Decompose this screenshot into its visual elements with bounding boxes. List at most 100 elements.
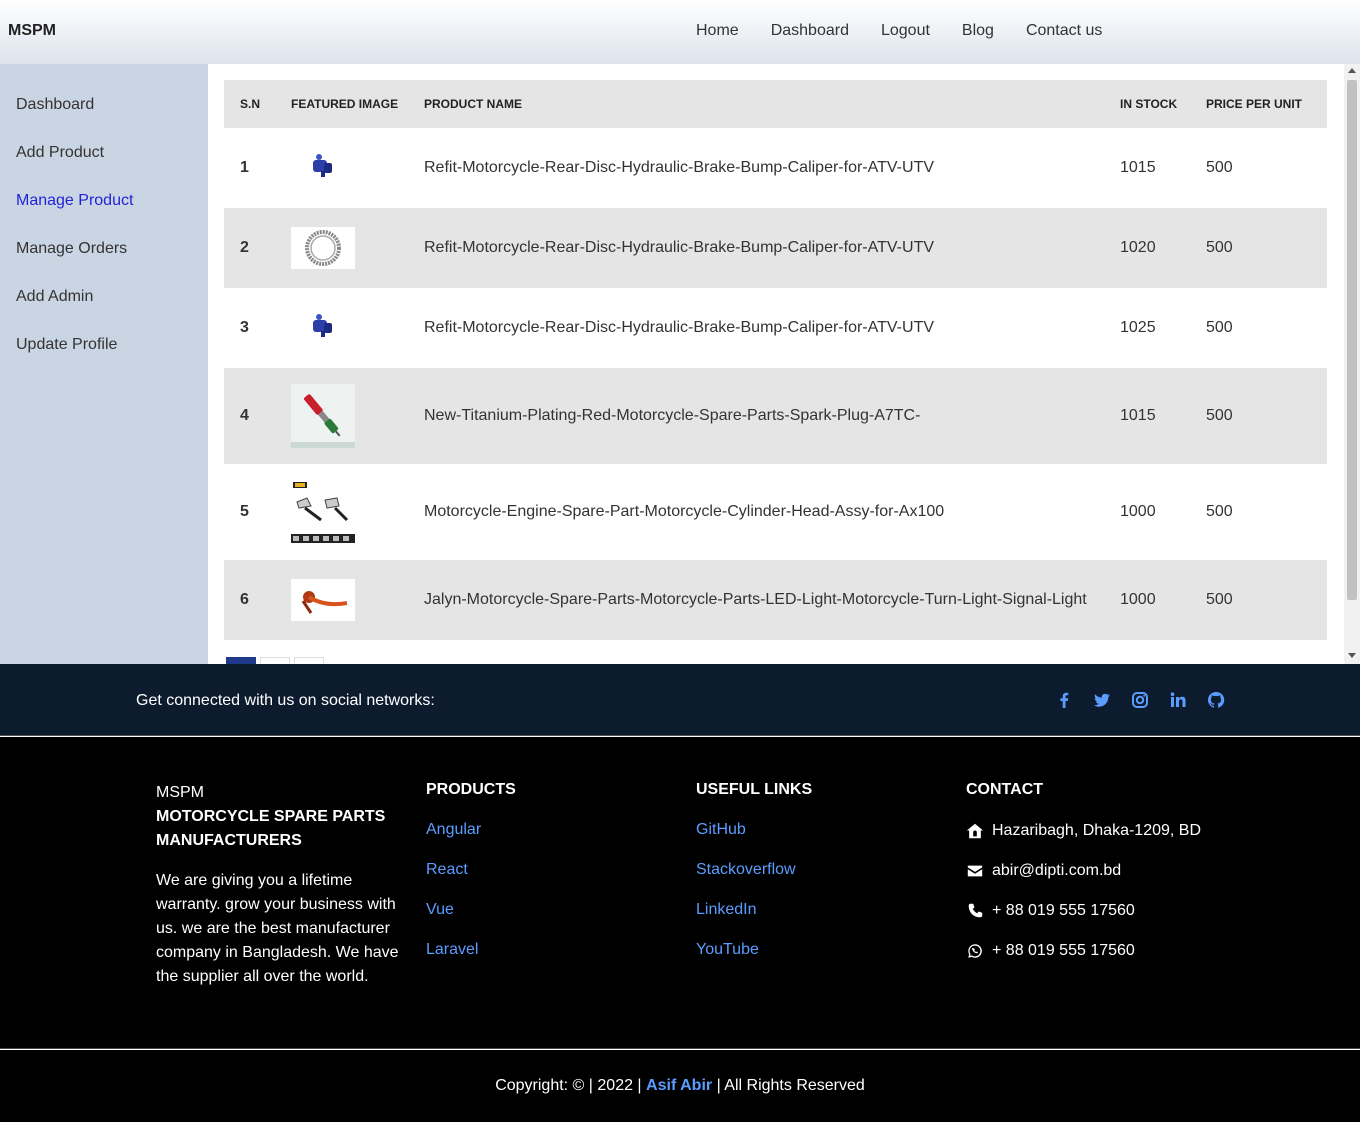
product-thumbnail[interactable]	[291, 306, 355, 350]
scroll-up-arrow-icon[interactable]	[1348, 68, 1356, 73]
product-thumbnail[interactable]	[291, 384, 355, 448]
cell-image	[291, 464, 424, 560]
cell-sn: 1	[240, 159, 249, 176]
table-row: 6 Jalyn-Motorcycle-Spare-Parts-Motorcycl…	[224, 560, 1327, 640]
scrollbar-thumb[interactable]	[1347, 80, 1357, 600]
col-sn: S.N	[240, 97, 261, 111]
linkedin-icon[interactable]	[1168, 690, 1188, 710]
contact-heading: CONTACT	[966, 781, 1044, 798]
copyright-author-link[interactable]: Asif Abir	[646, 1077, 712, 1094]
nav-dashboard[interactable]: Dashboard	[755, 22, 865, 40]
contact-whatsapp: + 88 019 555 17560	[966, 931, 1266, 971]
link-laravel[interactable]: Laravel	[426, 941, 676, 981]
product-thumbnail[interactable]	[291, 227, 355, 269]
cell-sn: 6	[240, 591, 249, 608]
cell-sn: 2	[240, 239, 249, 256]
link-stackoverflow[interactable]: Stackoverflow	[696, 861, 946, 901]
sidebar-item-manage-orders[interactable]: Manage Orders	[16, 240, 127, 258]
nav-blog[interactable]: Blog	[946, 22, 1010, 40]
table-row: 2 Refit-Motorcycle-Rear-Disc-Hydraulic-B…	[224, 208, 1327, 288]
sidebar-item-dashboard[interactable]: Dashboard	[16, 96, 94, 114]
cell-in-stock: 1015	[1120, 407, 1156, 424]
sidebar-item-add-product[interactable]: Add Product	[16, 144, 104, 162]
link-github[interactable]: GitHub	[696, 821, 946, 861]
cell-in-stock: 1020	[1120, 239, 1156, 256]
sidebar: Dashboard Add Product Manage Product Man…	[0, 64, 208, 664]
product-thumbnail[interactable]	[291, 146, 355, 190]
nav-contact-us[interactable]: Contact us	[1010, 22, 1118, 40]
cell-image	[291, 368, 424, 464]
copyright-suffix: | All Rights Reserved	[716, 1077, 865, 1094]
sidebar-item-update-profile[interactable]: Update Profile	[16, 336, 117, 354]
cell-sn: 4	[240, 407, 249, 424]
twitter-icon[interactable]	[1092, 690, 1112, 710]
col-featured-image: FEATURED IMAGE	[291, 97, 399, 111]
page-button-active[interactable]	[226, 657, 256, 664]
cell-in-stock: 1015	[1120, 159, 1156, 176]
page-button[interactable]	[260, 657, 290, 664]
copyright-prefix: Copyright: © | 2022 |	[495, 1077, 642, 1094]
cell-sn: 3	[240, 319, 249, 336]
footer-brand: MSPM	[156, 784, 204, 801]
top-navbar: MSPM Home Dashboard Logout Blog Contact …	[0, 0, 1360, 64]
nav-home[interactable]: Home	[680, 22, 755, 40]
facebook-icon[interactable]	[1054, 690, 1074, 710]
scroll-down-arrow-icon[interactable]	[1348, 653, 1356, 658]
top-nav: Home Dashboard Logout Blog Contact us	[680, 22, 1118, 40]
link-react[interactable]: React	[426, 861, 676, 901]
cell-product-name: Jalyn-Motorcycle-Spare-Parts-Motorcycle-…	[424, 591, 1087, 608]
main-scrollbar[interactable]	[1344, 64, 1360, 664]
phone-icon	[968, 903, 983, 918]
brand-logo[interactable]: MSPM	[8, 22, 56, 40]
link-angular[interactable]: Angular	[426, 821, 676, 861]
cell-product-name: Refit-Motorcycle-Rear-Disc-Hydraulic-Bra…	[424, 319, 935, 336]
product-thumbnail[interactable]	[291, 480, 355, 544]
social-text: Get connected with us on social networks…	[136, 692, 435, 709]
cell-image	[291, 560, 424, 640]
cell-product-name: Motorcycle-Engine-Spare-Part-Motorcycle-…	[424, 503, 945, 520]
table-row: 3 Refit-Motorcycle-Rear-Disc-Hydraulic-B…	[224, 288, 1327, 368]
table-header-row: S.N FEATURED IMAGE PRODUCT NAME IN STOCK…	[224, 80, 1327, 128]
page-button[interactable]	[294, 657, 324, 664]
product-thumbnail[interactable]	[291, 579, 355, 621]
sidebar-item-add-admin[interactable]: Add Admin	[16, 288, 93, 306]
contact-address: Hazaribagh, Dhaka-1209, BD	[966, 811, 1266, 851]
copyright-bar: Copyright: © | 2022 | Asif Abir | All Ri…	[0, 1050, 1360, 1122]
whatsapp-icon	[968, 944, 982, 958]
link-youtube[interactable]: YouTube	[696, 941, 946, 981]
table-row: 4 New-Titanium-Plating-Red-Motorcycle-Sp	[224, 368, 1327, 464]
pagination	[226, 657, 324, 664]
main-content: S.N FEATURED IMAGE PRODUCT NAME IN STOCK…	[208, 64, 1344, 664]
footer-subtitle: MOTORCYCLE SPARE PARTS MANUFACTURERS	[156, 808, 386, 849]
link-vue[interactable]: Vue	[426, 901, 676, 941]
cell-sn: 5	[240, 503, 249, 520]
cell-product-name: Refit-Motorcycle-Rear-Disc-Hydraulic-Bra…	[424, 159, 935, 176]
footer-products: PRODUCTS Angular React Vue Laravel	[426, 781, 676, 981]
cell-price: 500	[1206, 159, 1233, 176]
cell-image	[291, 288, 424, 368]
nav-logout[interactable]: Logout	[865, 22, 946, 40]
contact-email: abir@dipti.com.bd	[966, 851, 1266, 891]
social-icons	[1054, 690, 1226, 710]
cell-in-stock: 1025	[1120, 319, 1156, 336]
cell-price: 500	[1206, 591, 1233, 608]
social-bar: Get connected with us on social networks…	[0, 664, 1360, 736]
link-linkedin[interactable]: LinkedIn	[696, 901, 946, 941]
col-in-stock: IN STOCK	[1120, 97, 1178, 111]
github-icon[interactable]	[1206, 690, 1226, 710]
footer-description: We are giving you a lifetime warranty. g…	[156, 872, 399, 985]
envelope-icon	[967, 865, 983, 877]
table-row: 5 Motorcycle-Engine-Spare-Part-Motorcycl…	[224, 464, 1327, 560]
cell-price: 500	[1206, 319, 1233, 336]
col-price-per-unit: PRICE PER UNIT	[1206, 97, 1303, 111]
footer: MSPM MOTORCYCLE SPARE PARTS MANUFACTURER…	[0, 737, 1360, 1049]
instagram-icon[interactable]	[1130, 690, 1150, 710]
sidebar-item-manage-product[interactable]: Manage Product	[16, 192, 133, 210]
home-icon	[966, 823, 984, 839]
useful-links-heading: USEFUL LINKS	[696, 781, 813, 798]
cell-image	[291, 208, 424, 288]
cell-in-stock: 1000	[1120, 591, 1156, 608]
footer-contact: CONTACT Hazaribagh, Dhaka-1209, BD abir@…	[966, 781, 1266, 971]
cell-in-stock: 1000	[1120, 503, 1156, 520]
table-row: 1 Refit-Motorcycle-Rear-Disc-Hydraulic-B…	[224, 128, 1327, 208]
